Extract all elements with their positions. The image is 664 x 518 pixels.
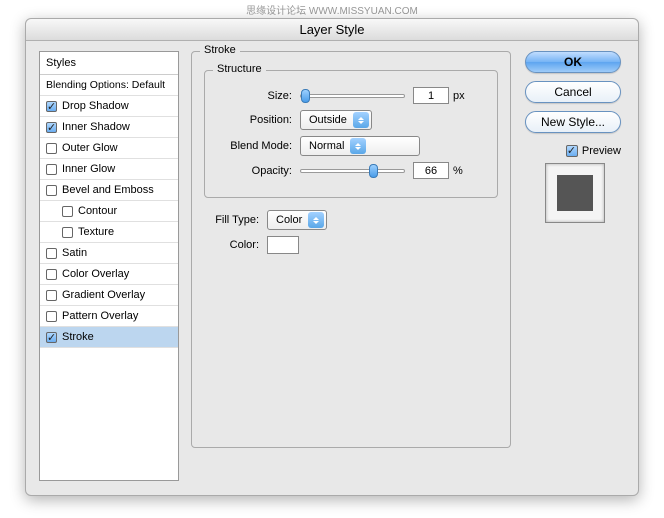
position-row: Position: Outside — [217, 110, 485, 130]
right-button-panel: OK Cancel New Style... Preview — [525, 51, 625, 223]
style-item-inner-glow[interactable]: Inner Glow — [40, 159, 178, 180]
color-swatch[interactable] — [267, 236, 299, 254]
style-item-contour[interactable]: Contour — [40, 201, 178, 222]
dropdown-arrow-icon — [353, 112, 369, 128]
style-item-texture[interactable]: Texture — [40, 222, 178, 243]
style-item-label: Color Overlay — [62, 268, 129, 280]
opacity-input[interactable] — [413, 162, 449, 179]
new-style-button[interactable]: New Style... — [525, 111, 621, 133]
style-item-label: Bevel and Emboss — [62, 184, 154, 196]
style-item-pattern-overlay[interactable]: Pattern Overlay — [40, 306, 178, 327]
blendmode-dropdown[interactable]: Normal — [300, 136, 420, 156]
style-checkbox[interactable] — [62, 206, 73, 217]
preview-box — [545, 163, 605, 223]
blending-options-row[interactable]: Blending Options: Default — [40, 75, 178, 96]
styles-header[interactable]: Styles — [40, 52, 178, 75]
style-item-label: Outer Glow — [62, 142, 118, 154]
stroke-group-title: Stroke — [200, 44, 240, 56]
opacity-label: Opacity: — [217, 165, 292, 177]
size-unit: px — [453, 90, 465, 102]
style-checkbox[interactable] — [46, 185, 57, 196]
dropdown-arrow-icon — [350, 138, 366, 154]
color-label: Color: — [204, 239, 259, 251]
style-item-satin[interactable]: Satin — [40, 243, 178, 264]
style-checkbox[interactable] — [46, 248, 57, 259]
style-item-label: Texture — [78, 226, 114, 238]
style-checkbox[interactable] — [46, 290, 57, 301]
preview-checkbox-row: Preview — [525, 145, 621, 157]
style-item-color-overlay[interactable]: Color Overlay — [40, 264, 178, 285]
style-item-inner-shadow[interactable]: Inner Shadow — [40, 117, 178, 138]
watermark-text: 思缘设计论坛 WWW.MISSYUAN.COM — [0, 2, 664, 17]
blendmode-label: Blend Mode: — [217, 140, 292, 152]
style-checkbox[interactable] — [46, 143, 57, 154]
style-checkbox[interactable] — [46, 311, 57, 322]
preview-label: Preview — [582, 145, 621, 157]
color-row: Color: — [204, 236, 498, 254]
style-item-label: Stroke — [62, 331, 94, 343]
filltype-label: Fill Type: — [204, 214, 259, 226]
style-checkbox[interactable] — [62, 227, 73, 238]
style-checkbox[interactable] — [46, 332, 57, 343]
preview-checkbox[interactable] — [566, 145, 578, 157]
style-item-label: Pattern Overlay — [62, 310, 138, 322]
filltype-row: Fill Type: Color — [204, 210, 498, 230]
style-item-label: Gradient Overlay — [62, 289, 145, 301]
styles-panel: Styles Blending Options: Default Drop Sh… — [39, 51, 179, 481]
size-label: Size: — [217, 90, 292, 102]
style-checkbox[interactable] — [46, 269, 57, 280]
style-item-stroke[interactable]: Stroke — [40, 327, 178, 348]
ok-button[interactable]: OK — [525, 51, 621, 73]
opacity-row: Opacity: % — [217, 162, 485, 179]
layer-style-dialog: Layer Style Styles Blending Options: Def… — [25, 18, 639, 496]
position-value: Outside — [309, 114, 347, 126]
style-checkbox[interactable] — [46, 122, 57, 133]
dialog-content: Styles Blending Options: Default Drop Sh… — [26, 41, 638, 495]
blendmode-row: Blend Mode: Normal — [217, 136, 485, 156]
opacity-slider[interactable] — [300, 169, 405, 173]
dropdown-arrow-icon — [308, 212, 324, 228]
style-item-label: Satin — [62, 247, 87, 259]
style-item-drop-shadow[interactable]: Drop Shadow — [40, 96, 178, 117]
filltype-dropdown[interactable]: Color — [267, 210, 327, 230]
style-item-label: Contour — [78, 205, 117, 217]
size-slider[interactable] — [300, 94, 405, 98]
style-item-label: Inner Shadow — [62, 121, 130, 133]
style-item-label: Drop Shadow — [62, 100, 129, 112]
style-item-bevel-and-emboss[interactable]: Bevel and Emboss — [40, 180, 178, 201]
structure-group: Structure Size: px Position: Outside — [204, 70, 498, 198]
filltype-value: Color — [276, 214, 302, 226]
structure-title: Structure — [213, 63, 266, 75]
style-item-outer-glow[interactable]: Outer Glow — [40, 138, 178, 159]
style-item-gradient-overlay[interactable]: Gradient Overlay — [40, 285, 178, 306]
size-row: Size: px — [217, 87, 485, 104]
style-item-label: Inner Glow — [62, 163, 115, 175]
opacity-unit: % — [453, 165, 463, 177]
style-checkbox[interactable] — [46, 164, 57, 175]
cancel-button[interactable]: Cancel — [525, 81, 621, 103]
preview-swatch — [557, 175, 593, 211]
blendmode-value: Normal — [309, 140, 344, 152]
stroke-settings-panel: Stroke Structure Size: px Position: Outs… — [191, 51, 511, 456]
style-checkbox[interactable] — [46, 101, 57, 112]
stroke-outer-group: Stroke Structure Size: px Position: Outs… — [191, 51, 511, 448]
dialog-title: Layer Style — [26, 19, 638, 41]
position-label: Position: — [217, 114, 292, 126]
size-input[interactable] — [413, 87, 449, 104]
position-dropdown[interactable]: Outside — [300, 110, 372, 130]
